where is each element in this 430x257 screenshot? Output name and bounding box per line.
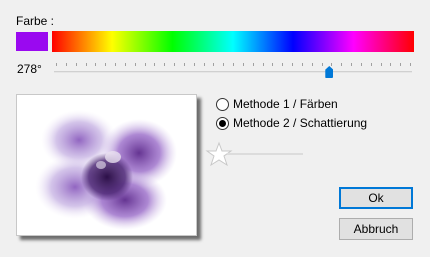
slider-tick <box>351 63 352 66</box>
slider-tick <box>321 63 323 66</box>
method-1-label: Methode 1 / Färben <box>233 97 338 111</box>
slider-tick <box>223 63 225 66</box>
slider-tick <box>282 63 284 66</box>
slider-tick <box>115 63 116 66</box>
preview-image-frame <box>16 94 197 236</box>
hue-value-label: 278° <box>17 62 42 76</box>
slider-thumb[interactable] <box>325 66 334 78</box>
color-label: Farbe : <box>16 14 55 28</box>
radio-circle-checked[interactable] <box>216 116 229 130</box>
hue-spectrum-bar[interactable] <box>52 31 414 52</box>
slider-tick <box>242 63 244 66</box>
slider-tick <box>75 63 77 66</box>
hue-slider[interactable] <box>52 63 414 79</box>
slider-track <box>54 71 412 73</box>
slider-tick <box>311 63 313 66</box>
slider-tick <box>85 63 87 66</box>
method-1-radio[interactable]: Methode 1 / Färben <box>216 97 338 111</box>
slider-tick <box>380 63 382 66</box>
slider-tick <box>292 63 293 66</box>
slider-tick <box>262 63 264 66</box>
slider-tick <box>233 63 234 66</box>
slider-ticks <box>56 63 411 67</box>
slider-tick <box>203 63 205 66</box>
slider-tick <box>341 63 343 66</box>
slider-tick <box>174 63 175 66</box>
slider-tick <box>331 63 333 66</box>
slider-tick <box>95 63 97 66</box>
slider-tick <box>124 63 126 66</box>
slider-tick <box>213 63 215 66</box>
slider-tick <box>370 63 372 66</box>
slider-tick <box>65 63 67 66</box>
slider-tick <box>56 63 57 66</box>
slider-tick <box>360 63 362 66</box>
method-2-label: Methode 2 / Schattierung <box>233 116 368 130</box>
slider-tick <box>154 63 156 66</box>
slider-tick <box>144 63 146 66</box>
star-watermark-icon <box>203 140 308 170</box>
slider-tick <box>105 63 107 66</box>
slider-tick <box>410 63 411 66</box>
slider-tick <box>252 63 254 66</box>
slider-tick <box>400 63 402 66</box>
slider-tick <box>301 63 303 66</box>
slider-tick <box>272 63 274 66</box>
slider-tick <box>183 63 185 66</box>
purple-flower-image <box>35 110 177 230</box>
slider-tick <box>164 63 166 66</box>
ok-button[interactable]: Ok <box>339 187 413 209</box>
radio-circle[interactable] <box>216 97 229 111</box>
method-2-radio[interactable]: Methode 2 / Schattierung <box>216 116 367 130</box>
selected-color-swatch <box>16 32 48 51</box>
slider-tick <box>193 63 195 66</box>
cancel-button[interactable]: Abbruch <box>339 218 413 240</box>
slider-tick <box>390 63 392 66</box>
slider-tick <box>134 63 136 66</box>
